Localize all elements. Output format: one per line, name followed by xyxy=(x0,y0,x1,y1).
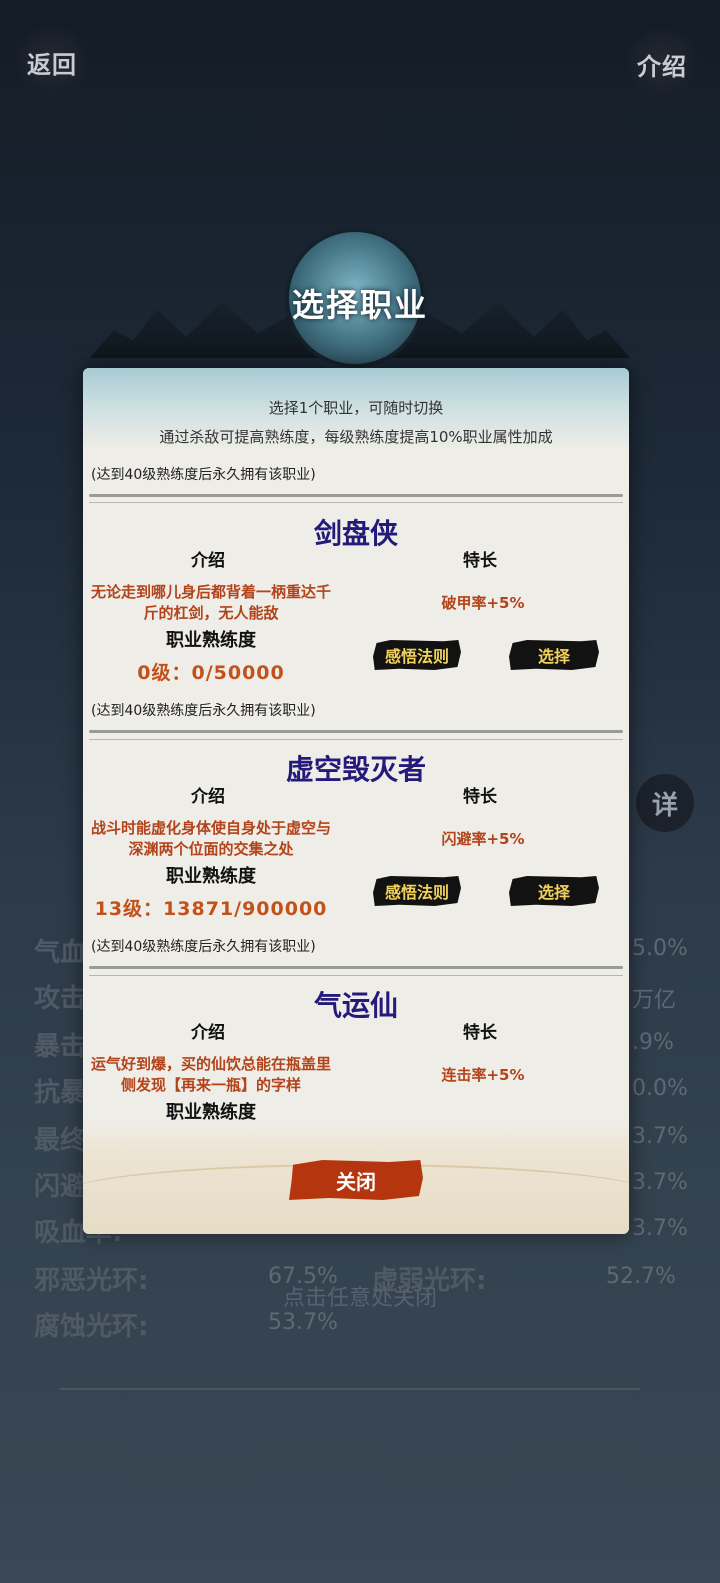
stat-label: 抗暴 xyxy=(34,1078,87,1108)
modal-title: 选择职业 xyxy=(291,286,428,324)
close-button[interactable]: 关闭 xyxy=(289,1160,423,1200)
job-description: 运气好到爆，买的仙饮总能在瓶盖里侧发现【再来一瓶】的字样 xyxy=(91,1055,332,1094)
stat-value: 3.7% xyxy=(632,1216,688,1241)
stat-label: 最终 xyxy=(34,1126,87,1156)
stat-value: 53.7% xyxy=(268,1310,338,1335)
stat-value: 万亿 xyxy=(632,988,677,1013)
close-hint: 点击任意处关闭 xyxy=(282,1286,437,1311)
stat-label: 闪避 xyxy=(34,1172,87,1202)
modal-title-crest: 选择职业 xyxy=(90,228,630,378)
stat-value: 5.0% xyxy=(632,936,688,961)
proficiency-value: 13级：13871/900000 xyxy=(94,898,328,920)
intro-header: 介绍 xyxy=(191,551,225,571)
job-specialty: 连击率+5% xyxy=(441,1066,525,1084)
job-specialty: 闪避率+5% xyxy=(441,830,525,848)
modal-header: 选择1个职业，可随时切换 通过杀敌可提高熟练度，每级熟练度提高10%职业属性加成 xyxy=(83,368,629,450)
stat-value: 3.7% xyxy=(632,1170,688,1195)
divider xyxy=(89,494,623,497)
stat-label: 攻击 xyxy=(34,984,87,1014)
permanent-note: (达到40级熟练度后永久拥有该职业) xyxy=(91,703,316,719)
intro-header: 介绍 xyxy=(191,1023,225,1043)
job-card: 虚空毁灭者 介绍 特长 战斗时能虚化身体使自身处于虚空与深渊两个位面的交集之处 … xyxy=(83,748,629,984)
job-description: 战斗时能虚化身体使自身处于虚空与深渊两个位面的交集之处 xyxy=(91,819,332,858)
specialty-header: 特长 xyxy=(463,787,497,807)
select-button[interactable]: 选择 xyxy=(509,876,599,906)
job-description: 无论走到哪儿身后都背着一柄重达千斤的杠剑，无人能敌 xyxy=(91,583,332,622)
stat-value: 0.0% xyxy=(632,1076,688,1101)
detail-button[interactable]: 详 xyxy=(636,774,694,832)
divider xyxy=(89,975,623,976)
job-specialty: 破甲率+5% xyxy=(441,594,525,612)
specialty-header: 特长 xyxy=(463,1023,497,1043)
divider xyxy=(89,730,623,733)
proficiency-value: 0级：0/50000 xyxy=(137,662,285,684)
permanent-note: (达到40级熟练度后永久拥有该职业) xyxy=(91,939,316,955)
stat-label: 气血 xyxy=(34,938,87,968)
proficiency-label: 职业熟练度 xyxy=(166,630,256,651)
divider xyxy=(89,966,623,969)
divider xyxy=(89,739,623,740)
stat-label: 暴击 xyxy=(34,1032,87,1062)
job-name: 剑盘侠 xyxy=(313,517,398,550)
subtitle-line-2: 通过杀敌可提高熟练度，每级熟练度提高10%职业属性加成 xyxy=(159,428,553,446)
grasp-rules-button[interactable]: 感悟法则 xyxy=(373,876,461,906)
job-card: 剑盘侠 介绍 特长 无论走到哪儿身后都背着一柄重达千斤的杠剑，无人能敌 破甲率+… xyxy=(83,512,629,748)
intro-header: 介绍 xyxy=(191,787,225,807)
stat-value: 3.7% xyxy=(632,1124,688,1149)
grasp-rules-button[interactable]: 感悟法则 xyxy=(373,640,461,670)
select-profession-modal: 选择1个职业，可随时切换 通过杀敌可提高熟练度，每级熟练度提高10%职业属性加成… xyxy=(83,368,629,1234)
proficiency-label: 职业熟练度 xyxy=(166,1102,256,1123)
divider xyxy=(60,1388,640,1390)
intro-button[interactable]: 介绍 xyxy=(626,28,698,100)
stat-value: .9% xyxy=(632,1030,674,1055)
specialty-header: 特长 xyxy=(463,551,497,571)
select-button[interactable]: 选择 xyxy=(509,640,599,670)
permanent-note: (达到40级熟练度后永久拥有该职业) xyxy=(91,467,316,483)
job-name: 虚空毁灭者 xyxy=(285,753,426,786)
divider xyxy=(89,502,623,503)
modal-footer: 关闭 xyxy=(83,1122,629,1234)
subtitle-line-1: 选择1个职业，可随时切换 xyxy=(268,399,444,417)
back-button[interactable]: 返回 xyxy=(16,26,88,98)
proficiency-label: 职业熟练度 xyxy=(166,866,256,887)
job-name: 气运仙 xyxy=(313,989,398,1022)
